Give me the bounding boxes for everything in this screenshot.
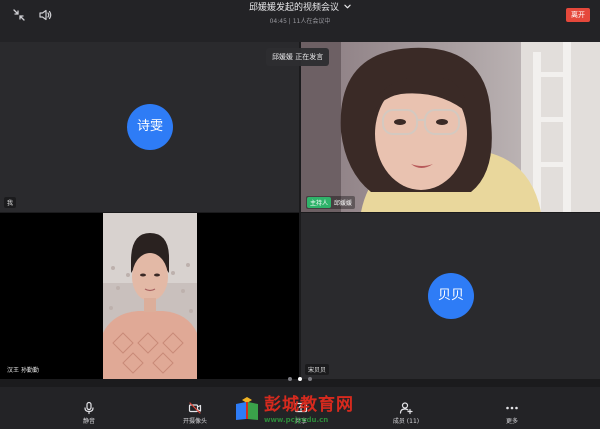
site-watermark: 彭城教育网 www.pcjyedu.cn: [234, 394, 374, 428]
add-member-icon: [399, 402, 413, 415]
host-badge: 主持人: [307, 197, 332, 208]
participant-name: 我: [4, 197, 17, 208]
participant-name: 汉王 孙勤勤: [4, 364, 42, 375]
participant-name: 宋贝贝: [305, 364, 330, 375]
camera-off-icon: [188, 402, 202, 414]
more-dots-icon: [506, 406, 518, 410]
watermark-text: 彭城教育网: [264, 395, 354, 415]
avatar: 贝贝: [428, 273, 474, 319]
mute-button[interactable]: 静音: [64, 401, 114, 426]
meeting-title[interactable]: 邱媛媛发起的视频会议: [249, 3, 339, 13]
top-bar: 邱媛媛发起的视频会议 04:45 | 11人在会议中 离开: [0, 0, 600, 30]
speaking-indicator: 邱媛媛 正在发言: [266, 48, 330, 66]
book-logo-icon: [236, 397, 258, 420]
page-dot[interactable]: [308, 377, 312, 381]
camera-button[interactable]: 开摄像头: [170, 401, 220, 426]
more-button[interactable]: 更多: [487, 401, 537, 426]
avatar: 诗雯: [127, 104, 173, 150]
participant-tile-host[interactable]: 主持人 邱媛媛: [301, 42, 600, 212]
participant-video-feed: [103, 213, 197, 379]
watermark-url: www.pcjyedu.cn: [264, 416, 329, 424]
participant-tile-songbeibei[interactable]: 贝贝 宋贝贝: [301, 213, 600, 379]
participant-name: 邱媛媛: [334, 200, 353, 207]
participant-tile-me[interactable]: 诗雯 我: [0, 42, 299, 212]
meeting-status: 04:45 | 11人在会议中: [269, 18, 331, 25]
page-dot-active[interactable]: [298, 377, 302, 381]
page-indicator[interactable]: [0, 377, 600, 381]
mute-label: 静音: [82, 418, 95, 425]
camera-label: 开摄像头: [182, 418, 207, 425]
microphone-icon: [84, 401, 94, 415]
host-name-tag: 主持人 邱媛媛: [306, 196, 356, 209]
host-video-feed: [301, 42, 600, 212]
members-button[interactable]: 成员 (11): [381, 401, 431, 426]
page-dot[interactable]: [288, 377, 292, 381]
more-label: 更多: [505, 418, 518, 425]
meeting-title-group[interactable]: 邱媛媛发起的视频会议 04:45 | 11人在会议中: [0, 3, 600, 26]
members-label: 成员 (11): [392, 418, 420, 425]
leave-button[interactable]: 离开: [566, 8, 590, 22]
chevron-down-icon[interactable]: [344, 3, 351, 10]
participant-tile-sunqinqin[interactable]: 汉王 孙勤勤: [0, 213, 299, 379]
